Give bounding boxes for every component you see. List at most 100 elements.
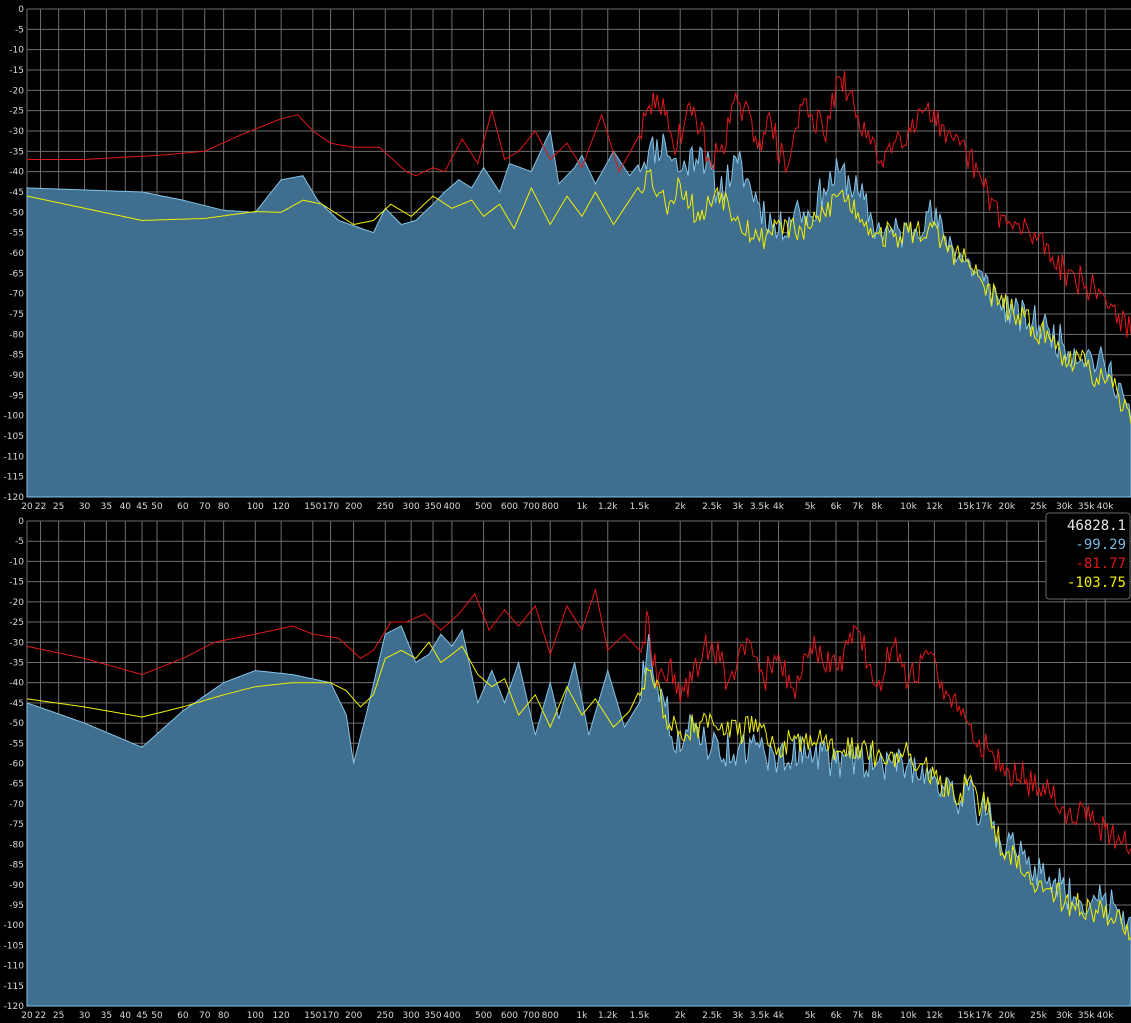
- x-tick-label: 2k: [675, 502, 687, 512]
- x-tick-label: 500: [475, 1011, 492, 1021]
- y-tick-label: -50: [9, 208, 24, 218]
- x-tick-label: 400: [443, 502, 460, 512]
- x-tick-label: 300: [403, 502, 420, 512]
- y-tick-label: -40: [9, 679, 24, 689]
- x-tick-label: 80: [218, 1011, 230, 1021]
- y-tick-label: -80: [9, 840, 24, 850]
- x-tick-label: 7k: [852, 1011, 864, 1021]
- x-tick-label: 6k: [831, 1011, 843, 1021]
- x-tick-label: 1.2k: [598, 1011, 618, 1021]
- x-tick-label: 200: [345, 502, 362, 512]
- x-tick-label: 70: [199, 1011, 211, 1021]
- x-tick-label: 80: [218, 502, 230, 512]
- x-tick-label: 3.5k: [750, 1011, 770, 1021]
- x-tick-label: 70: [199, 502, 211, 512]
- y-tick-label: -120: [4, 1002, 25, 1012]
- x-tick-label: 50: [151, 1011, 163, 1021]
- y-tick-label: -95: [9, 391, 24, 401]
- y-tick-label: -45: [9, 699, 24, 709]
- y-tick-label: -5: [15, 537, 24, 547]
- y-tick-label: -20: [9, 86, 24, 96]
- x-tick-label: 150: [304, 1011, 321, 1021]
- x-tick-label: 3k: [732, 502, 744, 512]
- y-tick-label: -20: [9, 598, 24, 608]
- x-tick-label: 35k: [1078, 1011, 1095, 1021]
- x-tick-label: 25: [53, 1011, 64, 1021]
- x-tick-label: 800: [542, 1011, 559, 1021]
- y-tick-label: -120: [4, 493, 25, 503]
- x-tick-label: 30k: [1056, 1011, 1073, 1021]
- x-tick-label: 7k: [852, 502, 864, 512]
- x-tick-label: 22: [35, 1011, 46, 1021]
- x-tick-label: 20k: [998, 1011, 1015, 1021]
- spectrum-panel-top: 20 22 25 30 35 40 45 50 60 70 80 100 120 150 170 200 250…: [4, 5, 1131, 512]
- y-tick-label: -10: [9, 557, 24, 567]
- x-tick-label: 1.2k: [598, 502, 618, 512]
- y-tick-label: -30: [9, 638, 24, 648]
- x-tick-label: 35: [101, 502, 112, 512]
- x-tick-label: 12k: [926, 1011, 943, 1021]
- readout-average: -103.75: [1067, 575, 1126, 591]
- readout-frequency: 46828.1: [1067, 518, 1126, 534]
- y-tick-label: -80: [9, 330, 24, 340]
- x-tick-label: 60: [177, 502, 189, 512]
- x-tick-label: 15k: [958, 502, 975, 512]
- y-tick-label: -75: [9, 310, 24, 320]
- y-tick-label: -110: [4, 962, 25, 972]
- spectrum-panel-bottom: 20 22 25 30 35 40 45 50 60 70 80 100 120 150 170 200 250…: [4, 517, 1131, 1021]
- x-tick-label: 2k: [675, 1011, 687, 1021]
- x-tick-label: 40: [120, 1011, 132, 1021]
- y-tick-label: -50: [9, 719, 24, 729]
- x-tick-label: 500: [475, 502, 492, 512]
- x-tick-label: 6k: [831, 502, 843, 512]
- y-tick-label: -40: [9, 168, 24, 178]
- y-tick-label: -95: [9, 901, 24, 911]
- y-tick-label: -35: [9, 147, 24, 157]
- x-tick-label: 350: [424, 1011, 441, 1021]
- x-tick-label: 12k: [926, 502, 943, 512]
- y-tick-label: -115: [4, 473, 24, 483]
- x-tick-label: 100: [247, 1011, 264, 1021]
- y-tick-label: -35: [9, 658, 24, 668]
- y-tick-label: -65: [9, 269, 24, 279]
- x-tick-label: 4k: [773, 1011, 785, 1021]
- readout-current: -99.29: [1075, 537, 1126, 553]
- x-tick-label: 25: [53, 502, 64, 512]
- x-tick-label: 20: [21, 502, 33, 512]
- y-tick-label: -65: [9, 780, 24, 790]
- x-tick-label: 250: [377, 502, 394, 512]
- x-tick-label: 200: [345, 1011, 362, 1021]
- y-tick-label: -5: [15, 25, 24, 35]
- x-tick-label: 170: [322, 1011, 339, 1021]
- x-tick-label: 400: [443, 1011, 460, 1021]
- y-tick-label: -70: [9, 290, 24, 300]
- x-tick-label: 250: [377, 1011, 394, 1021]
- y-tick-label: -60: [9, 760, 24, 770]
- y-tick-label: -85: [9, 861, 24, 871]
- y-tick-label: -105: [4, 941, 24, 951]
- x-tick-label: 20k: [998, 502, 1015, 512]
- x-tick-label: 17k: [975, 502, 992, 512]
- x-tick-label: 40: [120, 502, 132, 512]
- x-tick-label: 2.5k: [702, 502, 722, 512]
- x-tick-label: 40k: [1097, 1011, 1114, 1021]
- y-tick-label: -60: [9, 249, 24, 259]
- y-tick-label: -25: [9, 618, 24, 628]
- y-tick-label: -45: [9, 188, 24, 198]
- x-tick-label: 150: [304, 502, 321, 512]
- x-tick-label: 1k: [576, 1011, 588, 1021]
- x-tick-label: 1.5k: [630, 1011, 650, 1021]
- x-tick-label: 20: [21, 1011, 33, 1021]
- x-tick-label: 30: [79, 1011, 91, 1021]
- x-tick-label: 600: [501, 502, 518, 512]
- x-tick-label: 3.5k: [750, 502, 770, 512]
- x-tick-label: 300: [403, 1011, 420, 1021]
- x-tick-label: 15k: [958, 1011, 975, 1021]
- x-tick-label: 45: [136, 1011, 147, 1021]
- y-tick-label: -30: [9, 127, 24, 137]
- x-tick-label: 5k: [805, 502, 817, 512]
- x-tick-label: 5k: [805, 1011, 817, 1021]
- x-tick-label: 25k: [1030, 502, 1047, 512]
- x-tick-label: 8k: [871, 1011, 883, 1021]
- x-tick-label: 2.5k: [702, 1011, 722, 1021]
